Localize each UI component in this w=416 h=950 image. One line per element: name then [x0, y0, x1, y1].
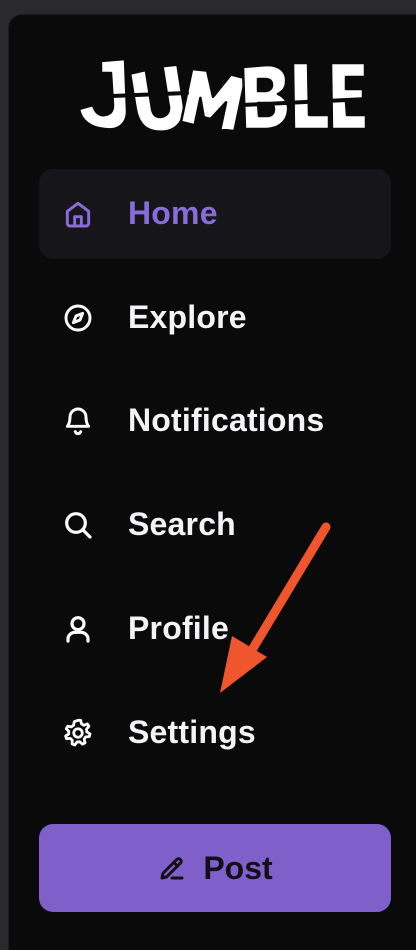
compass-icon	[61, 301, 95, 335]
post-button[interactable]: Post	[39, 824, 391, 912]
nav-label-home: Home	[128, 194, 218, 231]
nav-item-home[interactable]: Home	[39, 169, 391, 259]
home-icon	[61, 197, 95, 231]
gear-icon	[61, 716, 95, 750]
nav-item-profile[interactable]: Profile	[39, 584, 391, 674]
nav-label-profile: Profile	[128, 609, 229, 646]
nav-item-explore[interactable]: Explore	[39, 273, 391, 363]
bell-icon	[61, 404, 95, 438]
search-icon	[61, 508, 95, 542]
nav-label-settings: Settings	[128, 713, 256, 750]
jumble-logo[interactable]	[67, 45, 367, 141]
nav-label-notifications: Notifications	[128, 401, 325, 438]
nav-item-search[interactable]: Search	[39, 480, 391, 570]
sidebar: Home Explore Notifications Search Profil…	[8, 14, 416, 950]
pencil-icon	[157, 853, 187, 883]
nav-label-search: Search	[128, 505, 236, 542]
nav-label-explore: Explore	[128, 298, 247, 335]
user-icon	[61, 612, 95, 646]
nav-item-settings[interactable]: Settings	[39, 688, 391, 778]
nav-item-notifications[interactable]: Notifications	[39, 376, 391, 466]
post-label: Post	[203, 849, 273, 886]
